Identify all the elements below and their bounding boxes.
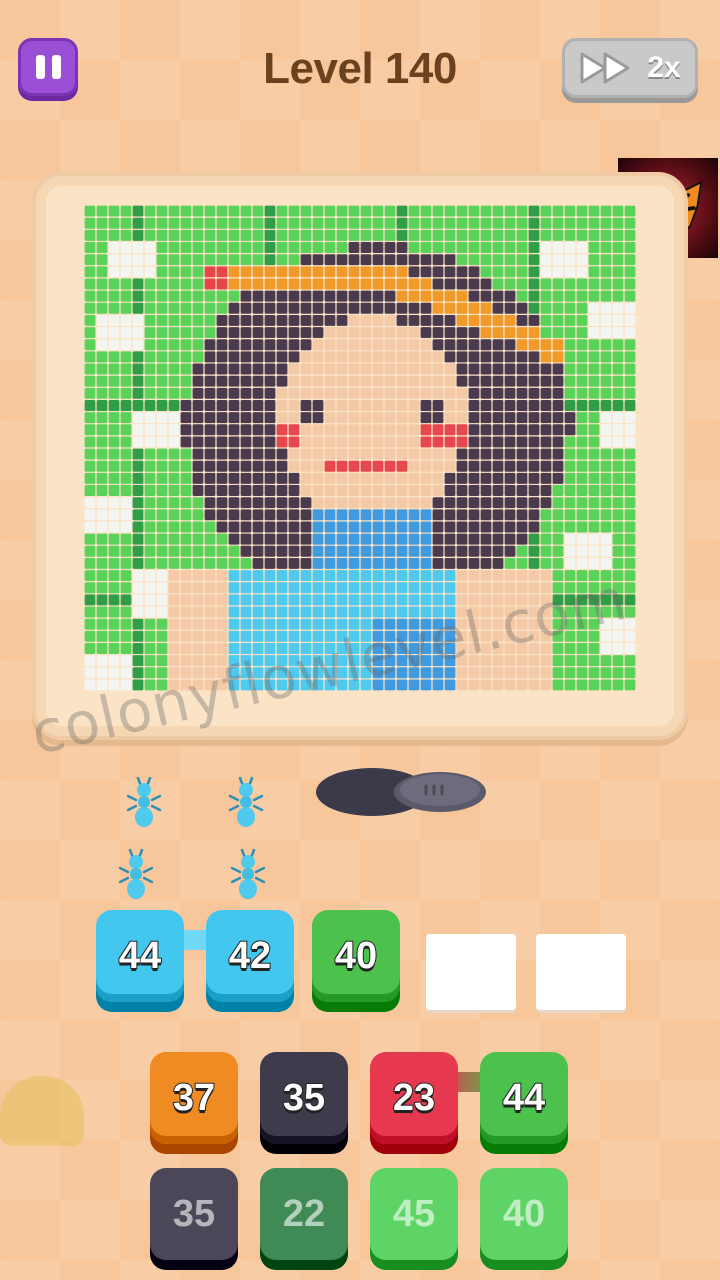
speed-label: 2x xyxy=(647,51,681,84)
board-tile-locked[interactable]: 22 xyxy=(260,1168,348,1260)
board-tile[interactable]: 37 xyxy=(150,1052,238,1144)
ant-icon xyxy=(226,774,266,830)
ant-hole xyxy=(316,768,486,816)
board-tile-locked[interactable]: 40 xyxy=(480,1168,568,1260)
ant-icon xyxy=(228,846,268,902)
empty-slot xyxy=(536,934,626,1010)
ant-icon xyxy=(124,774,164,830)
decorative-leaf xyxy=(0,1076,84,1146)
ant-icon xyxy=(116,846,156,902)
queue-tile[interactable]: 40 xyxy=(312,910,400,1002)
fast-forward-icon xyxy=(580,52,630,84)
empty-slot xyxy=(426,934,516,1010)
speed-button[interactable]: 2x xyxy=(562,38,698,98)
queue-tile[interactable]: 44 xyxy=(96,910,184,1002)
board-tile-locked[interactable]: 45 xyxy=(370,1168,458,1260)
board-tile[interactable]: 35 xyxy=(260,1052,348,1144)
board-tile-locked[interactable]: 35 xyxy=(150,1168,238,1260)
board-tile[interactable]: 23 xyxy=(370,1052,458,1144)
queue-tile[interactable]: 42 xyxy=(206,910,294,1002)
board-tile[interactable]: 44 xyxy=(480,1052,568,1144)
